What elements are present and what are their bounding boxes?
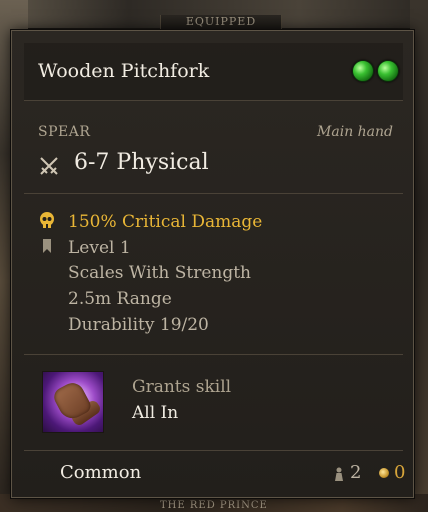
weapon-type: SPEAR [38,124,91,140]
bookmark-icon [43,239,51,253]
equip-slot: Main hand [317,124,393,140]
stat-text: 150% Critical Damage [68,212,263,232]
equipped-tab: EQUIPPED [160,15,282,31]
skull-icon [40,212,54,228]
stat-text: Scales With Strength [68,263,251,283]
item-rarity: Common [60,462,142,483]
rune-slot-gem-icon [352,60,374,82]
item-weight: 2 [350,462,362,483]
item-value: 0 [394,462,406,483]
rune-slot-gem-icon [377,60,399,82]
granted-skill-section: Grants skill All In [24,359,403,451]
grants-skill-label: Grants skill [132,377,232,397]
stat-text: Level 1 [68,238,131,258]
stat-text: Durability 19/20 [68,315,209,335]
stats-section: 150% Critical Damage Level 1 Scales With… [24,199,403,355]
damage-value: 6-7 Physical [74,150,209,175]
tooltip-title-section: Wooden Pitchfork [24,43,403,101]
item-tooltip: Wooden Pitchfork SPEAR Main hand 6-7 Phy… [11,30,414,498]
skill-name: All In [132,403,179,423]
tooltip-footer: Common 2 0 [24,454,406,490]
gold-coin-icon [379,468,389,478]
stat-critical-damage: 150% Critical Damage [38,211,262,232]
stat-text: 2.5m Range [68,289,172,309]
all-in-skill-icon [42,371,104,433]
crossed-swords-icon [40,157,58,175]
character-name-plate: THE RED PRINCE [160,500,268,511]
weight-icon [335,467,343,481]
stat-durability: Durability 19/20 [68,315,209,335]
item-name: Wooden Pitchfork [38,60,210,82]
stat-range: 2.5m Range [68,289,172,309]
stat-level: Level 1 [38,237,131,258]
damage-section: SPEAR Main hand 6-7 Physical [24,111,403,194]
stat-scaling: Scales With Strength [68,263,251,283]
